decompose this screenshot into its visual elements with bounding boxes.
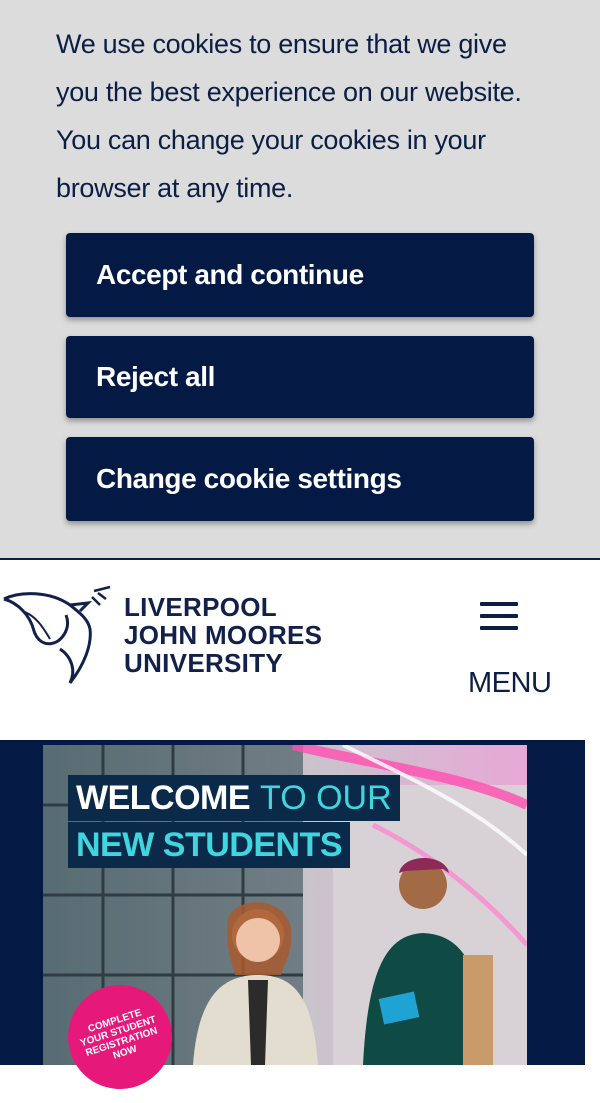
hero-headline-line1: WELCOME TO OUR [68,775,400,821]
logo-line: JOHN MOORES [124,620,323,650]
liver-bird-icon [3,585,111,684]
hero-headline-line2: NEW STUDENTS [68,822,350,868]
reject-cookies-button[interactable]: Reject all [66,336,534,418]
cookie-settings-button[interactable]: Change cookie settings [66,437,534,521]
university-logo[interactable]: LIVERPOOL JOHN MOORES UNIVERSITY [0,585,350,695]
logo-line: UNIVERSITY [124,648,284,678]
badge-text: COMPLETE YOUR STUDENT REGISTRATION NOW [79,1007,159,1062]
cookie-banner: We use cookies to ensure that we give yo… [0,0,600,560]
accept-cookies-button[interactable]: Accept and continue [66,233,534,317]
hamburger-menu-icon[interactable] [480,602,518,636]
logo-line: LIVERPOOL [124,592,277,622]
menu-button-label[interactable]: MENU [468,667,552,700]
cookie-message: We use cookies to ensure that we give yo… [56,29,522,203]
headline-line2: NEW STUDENTS [76,825,343,864]
headline-light: TO OUR [260,778,392,817]
headline-bold: WELCOME [76,778,251,817]
logo-text: LIVERPOOL JOHN MOORES UNIVERSITY [124,593,322,677]
